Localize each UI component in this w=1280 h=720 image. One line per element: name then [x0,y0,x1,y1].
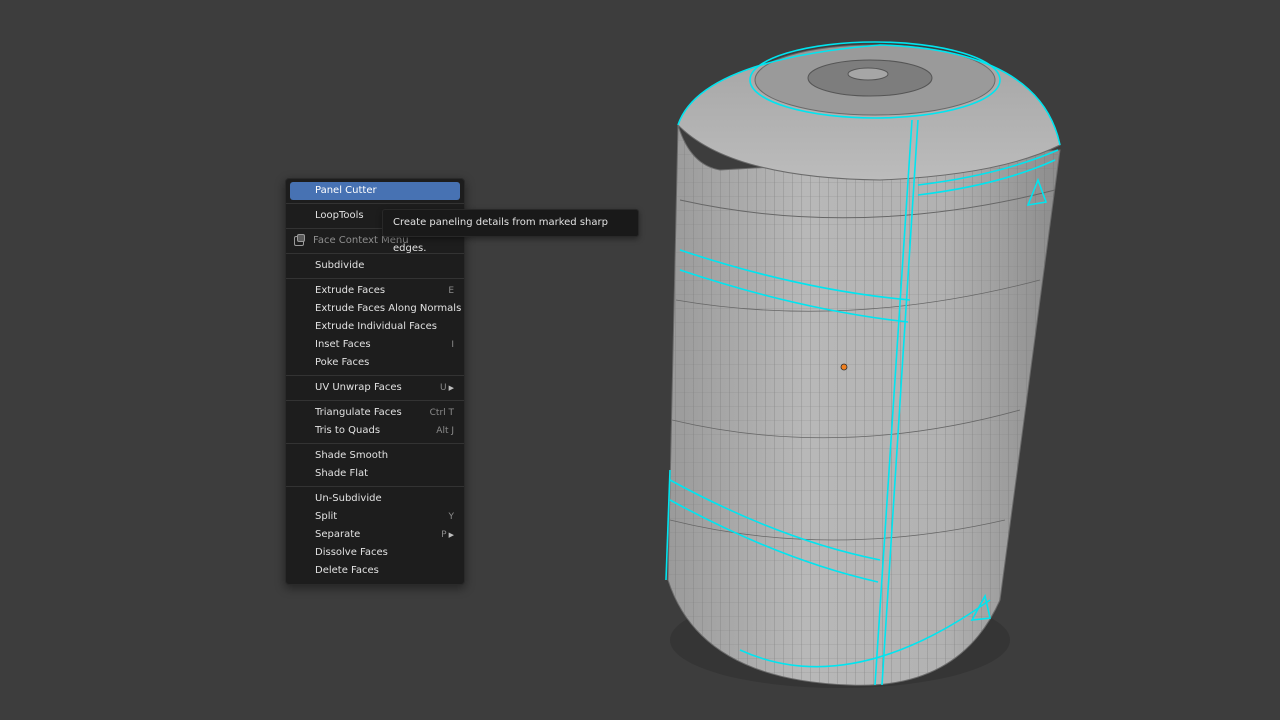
menu-item-label: Extrude Faces [315,285,386,296]
menu-item-label: Subdivide [315,260,365,271]
menu-item-shade-smooth[interactable]: Shade Smooth [290,447,460,465]
menu-item-label: Triangulate Faces [315,407,402,418]
menu-item-poke-faces[interactable]: Poke Faces [290,354,460,372]
menu-item-label: Shade Smooth [315,450,389,461]
menu-item-shortcut: Ctrl T [429,408,454,418]
face-context-menu: Panel Cutter LoopTools Face Context Menu… [285,178,465,585]
menu-item-shortcut: Y [448,512,455,522]
tooltip: Create paneling details from marked shar… [382,209,639,254]
menu-item-extrude-faces-along-normals[interactable]: Extrude Faces Along Normals [290,300,462,318]
menu-item-extrude-faces[interactable]: Extrude Faces E [290,282,460,300]
menu-item-shortcut: P ▶ [441,526,454,544]
menu-separator [286,400,464,401]
menu-item-label: UV Unwrap Faces [315,382,402,393]
menu-item-label: Dissolve Faces [315,547,388,558]
menu-item-un-subdivide[interactable]: Un-Subdivide [290,490,460,508]
menu-item-label: Tris to Quads [315,425,381,436]
menu-item-shortcut: I [451,340,454,350]
menu-item-subdivide[interactable]: Subdivide [290,257,460,275]
menu-item-label: Split [315,511,338,522]
menu-item-label: Poke Faces [315,357,370,368]
menu-item-shortcut: Alt J [436,426,454,436]
menu-separator [286,203,464,204]
menu-item-shade-flat[interactable]: Shade Flat [290,465,460,483]
menu-separator [286,253,464,254]
face-select-icon [294,234,305,246]
menu-item-shortcut: U ▶ [440,379,454,397]
menu-item-label: LoopTools [315,210,364,221]
menu-item-label: Inset Faces [315,339,371,350]
menu-separator [286,375,464,376]
shortcut-key: U [440,383,447,393]
menu-item-label: Shade Flat [315,468,369,479]
menu-item-label: Extrude Faces Along Normals [315,303,462,314]
shortcut-key: P [441,530,447,540]
menu-item-label: Separate [315,529,361,540]
menu-item-extrude-individual-faces[interactable]: Extrude Individual Faces [290,318,460,336]
menu-item-separate[interactable]: Separate P ▶ [290,526,460,544]
menu-item-triangulate-faces[interactable]: Triangulate Faces Ctrl T [290,404,460,422]
menu-item-shortcut: E [448,286,454,296]
menu-item-label: Panel Cutter [315,185,377,196]
menu-item-label: Un-Subdivide [315,493,382,504]
menu-item-label: Extrude Individual Faces [315,321,437,332]
submenu-arrow-icon: ▶ [448,531,454,539]
mesh-object[interactable] [0,0,1280,720]
menu-item-split[interactable]: Split Y [290,508,460,526]
object-origin-icon [840,363,848,371]
menu-separator [286,278,464,279]
menu-separator [286,486,464,487]
menu-item-delete-faces[interactable]: Delete Faces [290,562,460,580]
menu-item-dissolve-faces[interactable]: Dissolve Faces [290,544,460,562]
3d-viewport[interactable] [0,0,1280,720]
menu-item-tris-to-quads[interactable]: Tris to Quads Alt J [290,422,460,440]
menu-item-panel-cutter[interactable]: Panel Cutter [290,182,460,200]
menu-separator [286,443,464,444]
menu-item-label: Delete Faces [315,565,379,576]
submenu-arrow-icon: ▶ [448,384,454,392]
menu-item-inset-faces[interactable]: Inset Faces I [290,336,460,354]
menu-item-uv-unwrap-faces[interactable]: UV Unwrap Faces U ▶ [290,379,460,397]
